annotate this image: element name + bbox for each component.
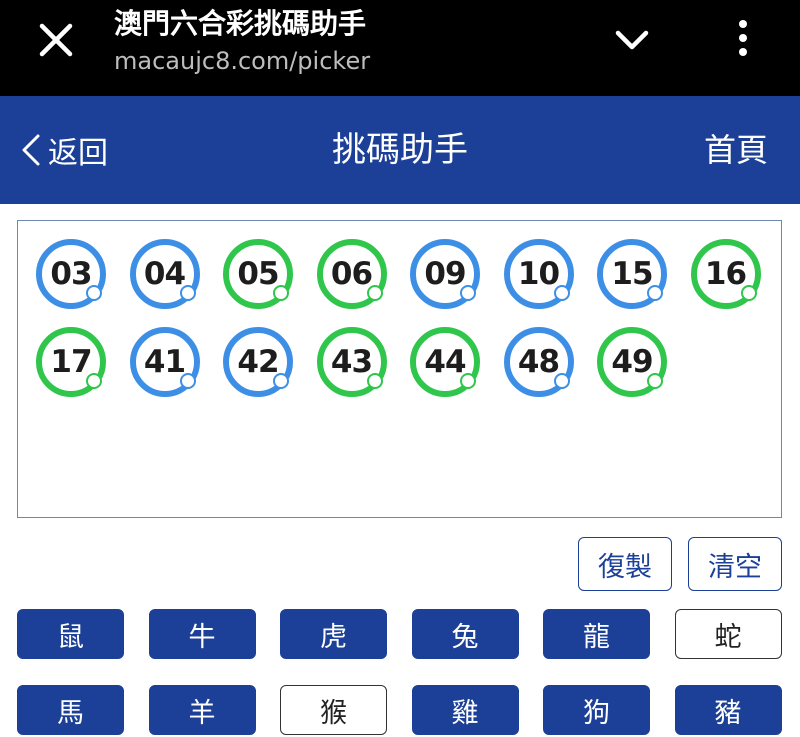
ball-shine-icon (647, 285, 663, 301)
zodiac-button[interactable]: 鼠 (17, 609, 124, 659)
number-ball[interactable]: 17 (36, 327, 106, 397)
zodiac-button[interactable]: 雞 (411, 685, 519, 735)
copy-button[interactable]: 復製 (578, 537, 672, 591)
ball-number: 04 (143, 256, 186, 292)
app-header: 返回 挑碼助手 首頁 (0, 96, 800, 204)
number-ball[interactable]: 48 (503, 327, 574, 397)
ball-number: 16 (704, 256, 747, 292)
ball-shine-icon (273, 373, 289, 389)
number-ball[interactable]: 04 (129, 239, 200, 309)
ball-number: 17 (50, 344, 92, 380)
ball-shine-icon (86, 373, 102, 389)
zodiac-button[interactable]: 牛 (148, 609, 256, 659)
number-ball[interactable]: 16 (690, 239, 761, 309)
more-vert-icon[interactable] (728, 18, 758, 58)
zodiac-button[interactable]: 虎 (280, 609, 387, 659)
ball-number: 48 (517, 344, 560, 380)
ball-shine-icon (366, 373, 383, 389)
zodiac-button[interactable]: 狗 (543, 685, 650, 735)
zodiac-button[interactable]: 猴 (280, 685, 387, 735)
ball-number: 49 (611, 344, 653, 380)
ball-number: 44 (424, 344, 466, 380)
page-title: 澳門六合彩挑碼助手 (114, 7, 367, 40)
number-ball[interactable]: 49 (597, 327, 667, 397)
ball-number: 05 (237, 256, 279, 292)
ball-number: 15 (611, 256, 653, 292)
ball-shine-icon (273, 285, 289, 301)
ball-shine-icon (647, 373, 663, 389)
ball-shine-icon (553, 373, 570, 389)
number-ball[interactable]: 42 (223, 327, 293, 397)
home-link[interactable]: 首頁 (704, 126, 768, 174)
zodiac-button[interactable]: 兔 (411, 609, 519, 659)
ball-number: 42 (237, 344, 279, 380)
ball-shine-icon (179, 373, 196, 389)
ball-shine-icon (553, 285, 570, 301)
number-ball[interactable]: 03 (36, 239, 106, 309)
number-ball[interactable]: 41 (129, 327, 200, 397)
ball-number: 06 (330, 256, 373, 292)
selected-numbers-panel: 03 04 05 06 09 10 15 16 17 41 42 43 44 48 49 (17, 220, 782, 518)
number-ball[interactable]: 09 (410, 239, 480, 309)
number-ball[interactable]: 05 (223, 239, 293, 309)
clear-button[interactable]: 清空 (688, 537, 782, 591)
number-ball[interactable]: 10 (503, 239, 574, 309)
number-ball[interactable]: 44 (410, 327, 480, 397)
ball-number: 03 (50, 256, 92, 292)
close-icon[interactable] (36, 20, 76, 60)
ball-shine-icon (86, 285, 102, 301)
zodiac-button[interactable]: 馬 (17, 685, 124, 735)
browser-toolbar: 澳門六合彩挑碼助手 macaujc8.com/picker (0, 0, 800, 96)
number-ball[interactable]: 15 (597, 239, 667, 309)
ball-shine-icon (460, 373, 476, 389)
ball-number: 43 (330, 344, 373, 380)
zodiac-button[interactable]: 羊 (148, 685, 256, 735)
ball-number: 09 (424, 256, 466, 292)
ball-number: 10 (517, 256, 560, 292)
ball-shine-icon (179, 285, 196, 301)
ball-number: 41 (143, 344, 186, 380)
url-text[interactable]: macaujc8.com/picker (114, 44, 370, 78)
ball-shine-icon (460, 285, 476, 301)
header-title: 挑碼助手 (332, 130, 468, 170)
ball-shine-icon (366, 285, 383, 301)
zodiac-button[interactable]: 蛇 (674, 609, 782, 659)
chevron-down-icon[interactable] (612, 24, 652, 56)
zodiac-button[interactable]: 龍 (543, 609, 650, 659)
browser-titles: 澳門六合彩挑碼助手 macaujc8.com/picker (114, 4, 370, 78)
ball-shine-icon (740, 285, 757, 301)
number-ball[interactable]: 43 (316, 327, 387, 397)
number-ball[interactable]: 06 (316, 239, 387, 309)
zodiac-button[interactable]: 豬 (674, 685, 782, 735)
